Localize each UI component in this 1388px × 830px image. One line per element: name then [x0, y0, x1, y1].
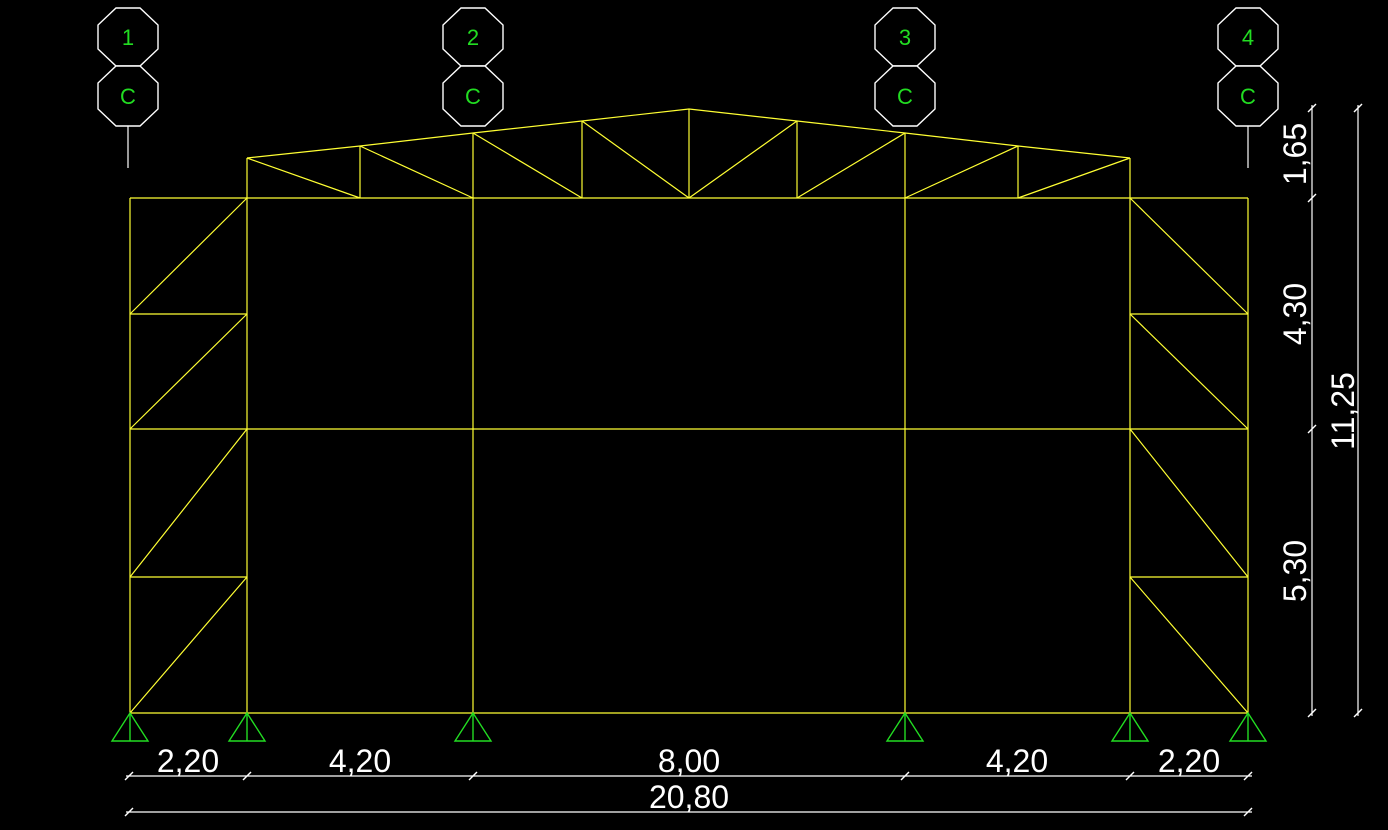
span-label: 2,20	[1158, 743, 1220, 779]
truss-diagonal	[688, 120, 798, 199]
left-bracing	[129, 197, 248, 315]
pin-support-icon	[1228, 711, 1268, 742]
truss-diagonal	[246, 157, 361, 199]
frame-members	[129, 108, 1249, 714]
left-bracing	[129, 428, 248, 578]
total-height-label: 11,25	[1325, 372, 1361, 450]
structural-frame-drawing: 1 C 2 C 3 C 4 C 2,20 4,20 8,00 4,20 2,20…	[97, 7, 1363, 817]
grid-letter-label: C	[120, 84, 136, 109]
pin-support-icon	[1110, 711, 1150, 742]
horizontal-dimensions: 2,20 4,20 8,00 4,20 2,20 20,80	[124, 743, 1253, 817]
truss-diagonal	[581, 120, 690, 199]
pin-support-icon	[227, 711, 267, 742]
right-bracing	[1129, 313, 1249, 430]
truss-diagonal	[359, 145, 474, 199]
height-label: 5,30	[1277, 540, 1313, 602]
grid-letter-label: C	[465, 84, 481, 109]
right-bracing	[1129, 197, 1249, 315]
grid-axis-1: 1 C	[97, 7, 159, 168]
span-label: 2,20	[157, 743, 219, 779]
left-bracing	[129, 576, 248, 714]
grid-number-label: 1	[122, 25, 134, 50]
pin-support-icon	[885, 711, 925, 742]
grid-number-label: 3	[899, 25, 911, 50]
grid-number-label: 4	[1242, 25, 1254, 50]
truss-diagonal	[796, 132, 906, 199]
grid-axis-4: 4 C	[1217, 7, 1279, 168]
pin-support-icon	[453, 711, 493, 742]
grid-axes: 1 C 2 C 3 C 4 C	[97, 7, 1279, 168]
grid-letter-label: C	[1240, 84, 1256, 109]
total-width-label: 20,80	[649, 779, 729, 815]
right-bracing	[1129, 428, 1249, 578]
height-label: 4,30	[1277, 283, 1313, 345]
height-label: 1,65	[1277, 123, 1313, 185]
truss-diagonal	[472, 132, 583, 199]
truss-diagonal	[1017, 157, 1131, 199]
right-bracing	[1129, 576, 1249, 714]
grid-axis-2: 2 C	[442, 7, 504, 127]
span-label: 4,20	[329, 743, 391, 779]
supports	[110, 711, 1268, 742]
grid-axis-3: 3 C	[874, 7, 936, 127]
span-label: 8,00	[658, 743, 720, 779]
grid-letter-label: C	[897, 84, 913, 109]
vertical-dimensions: 5,30 4,30 1,65 11,25	[1277, 103, 1363, 718]
span-label: 4,20	[986, 743, 1048, 779]
truss-diagonal	[904, 145, 1019, 199]
pin-support-icon	[110, 711, 150, 742]
left-bracing	[129, 313, 248, 430]
grid-number-label: 2	[467, 25, 479, 50]
